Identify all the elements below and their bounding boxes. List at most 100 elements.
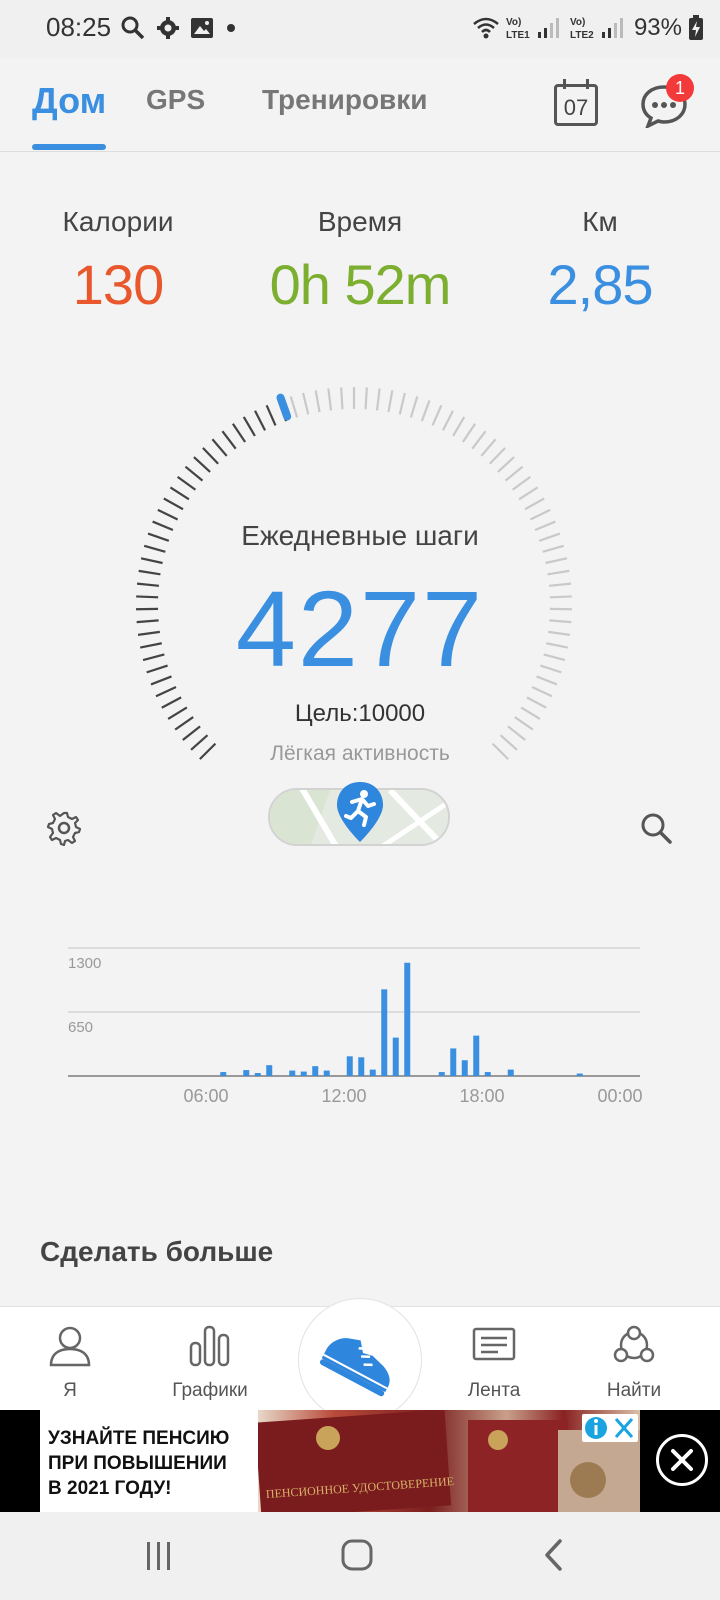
ad-banner[interactable]: УЗНАЙТЕ ПЕНСИЮ ПРИ ПОВЫШЕНИИ В 2021 ГОДУ…	[0, 1409, 720, 1519]
nav-label-feed: Лента	[467, 1380, 521, 1401]
sneaker-icon	[319, 1338, 390, 1397]
nav-item-profile[interactable]: Я	[10, 1325, 130, 1402]
gauge-tick	[471, 430, 487, 450]
ad-choices-icon	[585, 1417, 634, 1439]
search-icon	[121, 16, 145, 40]
gauge-tick	[511, 475, 532, 491]
battery-percent: 93%	[633, 14, 682, 41]
gauge-progress-marker	[276, 393, 292, 421]
ad-text-line2: ПРИ ПОВЫШЕНИИ	[48, 1453, 227, 1474]
gauge-tick	[327, 388, 333, 411]
chart-bar	[381, 989, 388, 1076]
gear-icon	[157, 17, 179, 39]
gauge-tick	[202, 447, 219, 465]
battery-charging-icon	[689, 15, 703, 40]
signal-sim1-icon: Vo) LTE1	[506, 17, 559, 41]
gauge-tick	[184, 465, 204, 482]
steps-count: 4277	[235, 568, 485, 689]
messages-badge: 1	[666, 74, 694, 102]
status-system-icons: Vo) LTE1 Vo) LTE2 93%	[472, 12, 704, 44]
nav-label-charts: Графики	[172, 1380, 248, 1401]
stat-km-value: 2,85	[547, 253, 654, 316]
stat-km-label: Км	[582, 206, 618, 237]
chart-bar	[346, 1056, 353, 1076]
x-tick-label: 00:00	[597, 1086, 642, 1106]
top-tab-bar: Дом GPS Тренировки 07 1	[0, 58, 720, 152]
gauge-tick	[452, 416, 466, 437]
gauge-tick	[242, 416, 256, 437]
gauge-tick	[497, 456, 515, 473]
chart-bar	[266, 1065, 273, 1076]
y-tick-label: 650	[68, 1019, 93, 1036]
gauge-tick	[265, 404, 277, 426]
chart-bar	[507, 1069, 514, 1076]
ad-text-line3: В 2021 ГОДУ!	[48, 1478, 172, 1499]
gauge-tick	[480, 438, 497, 457]
active-tab-indicator	[32, 144, 106, 150]
nav-label-find: Найти	[606, 1380, 662, 1401]
ad-close-button[interactable]	[656, 1434, 708, 1486]
chart-bar	[484, 1072, 491, 1076]
activity-level: Лёгкая активность	[270, 742, 450, 765]
nav-item-feed[interactable]: Лента	[434, 1325, 554, 1402]
nav-item-charts[interactable]: Графики	[150, 1325, 270, 1402]
chart-bar	[404, 962, 411, 1076]
chart-bar	[438, 1072, 445, 1076]
gauge-tick	[211, 438, 228, 457]
ad-info-controls[interactable]	[582, 1414, 638, 1442]
chart-bar	[473, 1035, 480, 1076]
running-pin-icon	[337, 782, 383, 842]
x-tick-label: 06:00	[183, 1086, 228, 1106]
settings-gear-icon[interactable]	[46, 810, 82, 846]
chart-bar	[289, 1070, 296, 1076]
stat-calories: Калории 130	[8, 206, 228, 317]
status-bar: 08:25 Vo) LTE1 Vo) LTE2 93%	[0, 0, 720, 58]
gauge-tick	[221, 430, 237, 450]
chart-bar	[461, 1060, 468, 1076]
close-icon	[671, 1449, 693, 1471]
chart-bar	[254, 1073, 261, 1076]
status-notification-icons	[120, 12, 238, 44]
gauge-tick	[140, 557, 163, 565]
tab-home[interactable]: Дом	[32, 80, 106, 122]
nav-item-steps[interactable]	[298, 1298, 422, 1422]
gauge-tick	[409, 396, 419, 418]
ad-text-line1: УЗНАЙТЕ ПЕНСИЮ	[48, 1428, 230, 1449]
gauge-title: Ежедневные шаги	[241, 520, 479, 551]
calendar-day: 07	[563, 95, 589, 120]
gauge-tick	[314, 390, 321, 413]
stat-calories-value: 130	[72, 253, 164, 316]
gauge-tick	[182, 725, 201, 741]
dot-icon	[227, 24, 235, 32]
stat-km: Км 2,85	[490, 206, 710, 317]
gauge-tick	[398, 392, 406, 415]
feed-icon	[472, 1327, 516, 1361]
gauge-tick	[387, 390, 394, 413]
home-icon[interactable]	[340, 1536, 374, 1574]
gauge-tick	[340, 387, 344, 410]
gauge-tick	[420, 400, 431, 422]
gauge-tick	[524, 497, 545, 511]
nav-item-find[interactable]: Найти	[574, 1325, 694, 1402]
bar-chart-icon	[189, 1325, 230, 1367]
gauge-tick	[375, 388, 381, 411]
gauge-tick	[254, 410, 266, 431]
gauge-tick	[529, 508, 551, 521]
recent-apps-icon[interactable]	[144, 1538, 174, 1574]
stat-time-value: 0h 52m	[269, 253, 452, 316]
gauge-tick	[507, 725, 526, 741]
back-icon[interactable]	[540, 1536, 566, 1574]
gauge-tick	[518, 486, 539, 501]
tab-workouts[interactable]: Тренировки	[262, 84, 427, 116]
search-icon[interactable]	[638, 810, 674, 846]
calendar-button[interactable]: 07	[554, 79, 598, 126]
chart-bar	[392, 1037, 399, 1076]
gauge-tick	[289, 396, 299, 418]
x-tick-label: 12:00	[321, 1086, 366, 1106]
chart-bar	[576, 1073, 583, 1076]
tab-gps[interactable]: GPS	[146, 84, 205, 116]
steps-goal: Цель:10000	[294, 700, 426, 727]
chart-bar	[450, 1048, 457, 1076]
gauge-tick	[176, 475, 197, 491]
gauge-tick	[545, 557, 568, 565]
